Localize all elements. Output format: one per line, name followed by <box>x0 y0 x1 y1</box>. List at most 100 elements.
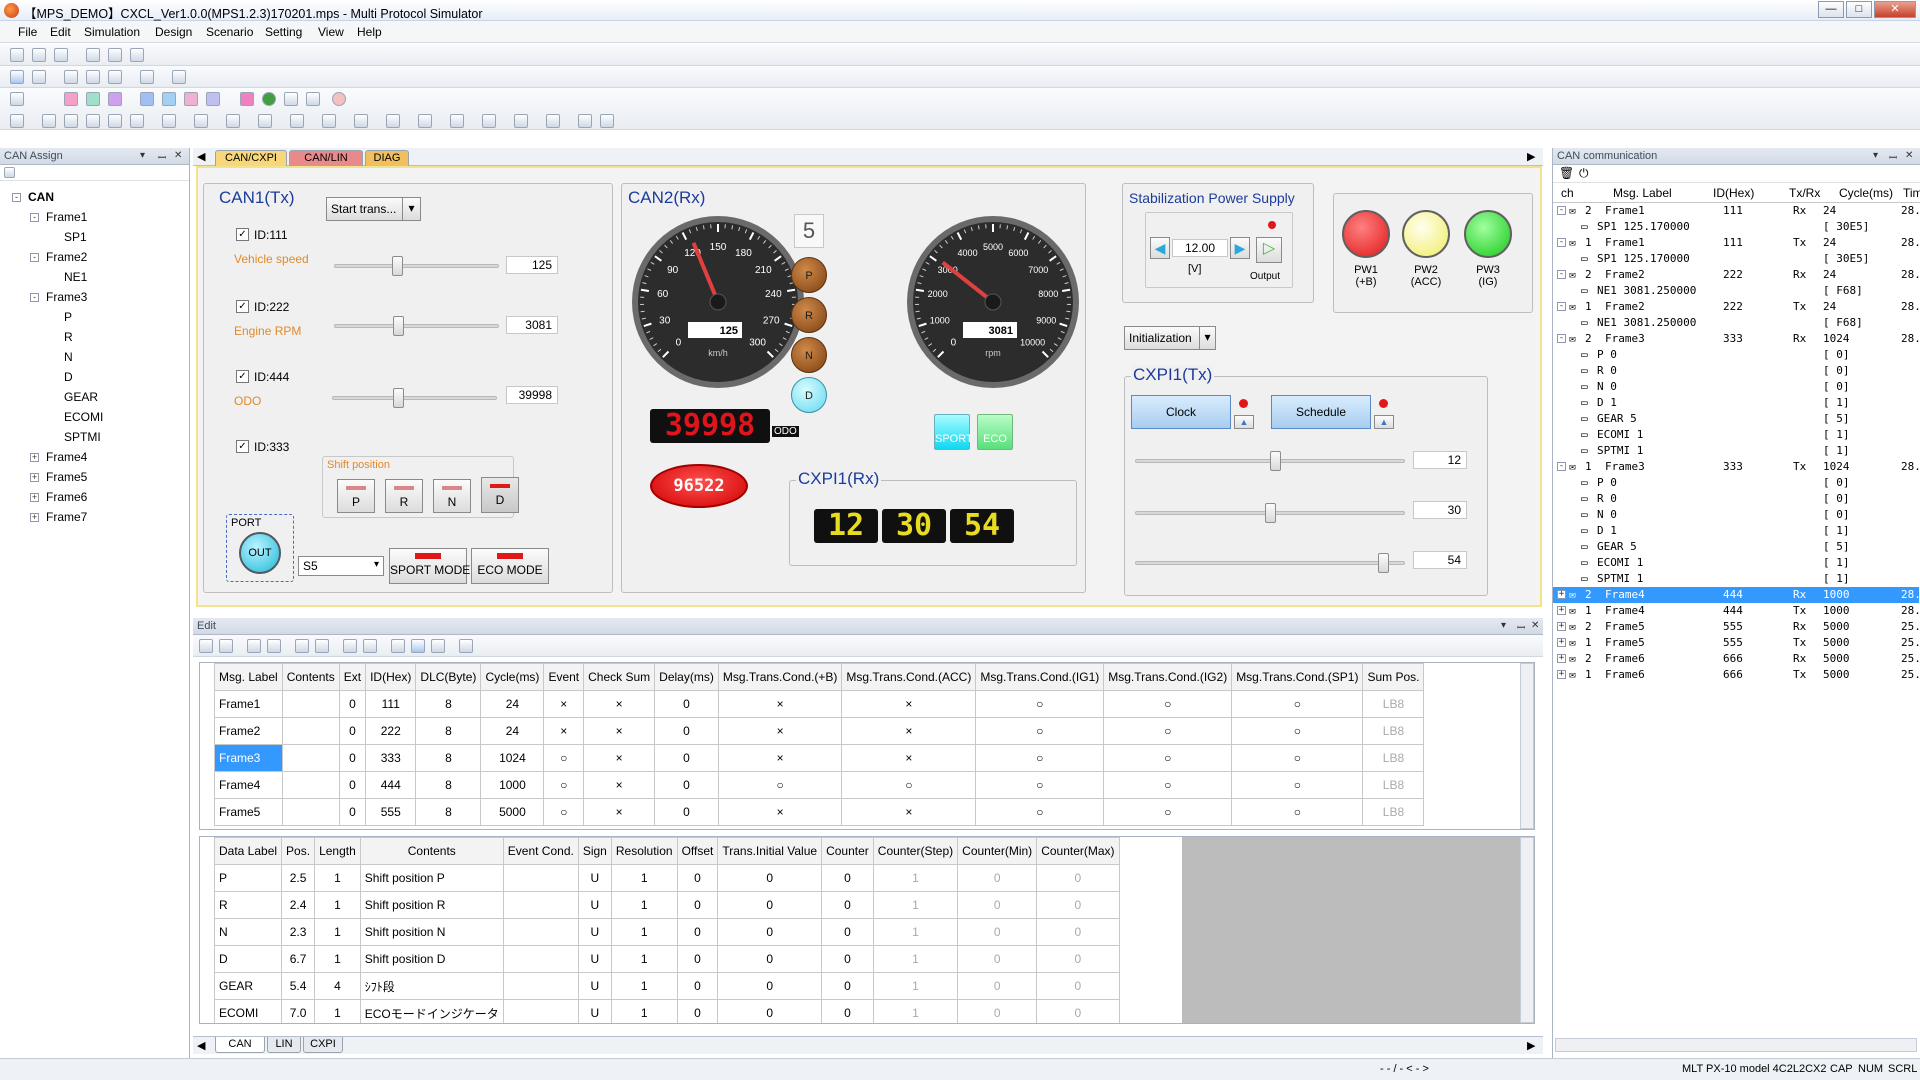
menu-file[interactable]: File <box>18 25 37 39</box>
table-row[interactable]: GEAR 5.4 4 ｼﾌﾄ段 U 1 0 0 0 1 0 0 <box>213 972 1120 1000</box>
initialization-dropdown[interactable]: Initialization ▾ <box>1124 326 1216 350</box>
message-cell[interactable]: 0 <box>654 771 719 799</box>
data-cell[interactable]: 2.3 <box>281 918 316 946</box>
comm-row[interactable]: ▭ NE1 3081.250000 [ F68] <box>1553 283 1919 299</box>
data-table-scrollbar[interactable] <box>1520 837 1534 1023</box>
vehicle-speed-value[interactable]: 125 <box>506 256 558 274</box>
id444-checkbox[interactable]: ✓ <box>236 370 249 383</box>
table-row[interactable]: Frame3 0 333 8 1024 ○ × 0 × × ○ ○ ○ LB8 <box>214 744 1425 772</box>
id111-checkbox[interactable]: ✓ <box>236 228 249 241</box>
message-cell[interactable]: ○ <box>975 744 1105 772</box>
indent-icon[interactable] <box>295 639 309 653</box>
expand-icon[interactable]: + <box>1557 622 1566 631</box>
clock-up-button[interactable]: ▲ <box>1234 415 1254 429</box>
camera-icon[interactable] <box>108 70 122 84</box>
message-header-cell[interactable]: Msg. Label <box>214 663 283 691</box>
collapse-icon[interactable]: - <box>1557 462 1566 471</box>
sport-mode-button[interactable]: SPORT MODE <box>389 548 470 584</box>
expand-icon[interactable]: + <box>1557 590 1566 599</box>
data-cell[interactable]: Shift position N <box>359 918 504 946</box>
collapse-icon[interactable]: - <box>12 193 21 202</box>
data-header-cell[interactable]: Data Label <box>213 837 283 865</box>
data-cell[interactable]: 0 <box>676 864 719 892</box>
data-cell[interactable]: ｼﾌﾄ段 <box>359 972 504 1000</box>
tool-icon[interactable] <box>306 92 320 106</box>
pulse-icon[interactable] <box>386 114 400 128</box>
cxpi-icon[interactable] <box>184 92 198 106</box>
data-header-cell[interactable]: Counter <box>821 837 874 865</box>
comm-row[interactable]: - ✉ 2 Frame1 111 Rx 24 28. <box>1553 203 1920 219</box>
message-cell[interactable]: 1000 <box>480 771 545 799</box>
collapse-icon[interactable]: - <box>1557 270 1566 279</box>
message-cell[interactable]: Frame1 <box>214 690 283 718</box>
message-cell[interactable]: ○ <box>1103 744 1233 772</box>
menu-simulation[interactable]: Simulation <box>84 25 140 39</box>
layout-icon[interactable] <box>10 92 24 106</box>
table-row[interactable]: P 2.5 1 Shift position PU1000100 <box>213 864 1120 892</box>
comm-row[interactable]: ▭ R 0 [ 0] <box>1553 491 1919 507</box>
data-header-cell[interactable]: Counter(Min) <box>957 837 1038 865</box>
flash-icon[interactable] <box>578 114 592 128</box>
undo-icon[interactable] <box>199 639 213 653</box>
comm-row[interactable]: ▭ D 1 [ 1] <box>1553 523 1919 539</box>
tab-can-cxpi[interactable]: CAN/CXPI <box>215 150 287 166</box>
chart-icon[interactable] <box>514 114 528 128</box>
message-cell[interactable]: × <box>717 798 843 826</box>
find-icon[interactable] <box>391 639 405 653</box>
data-cell[interactable]: 0 <box>1036 999 1120 1023</box>
data-cell[interactable]: R <box>213 891 283 919</box>
data-cell[interactable]: 1 <box>314 918 361 946</box>
data-header-cell[interactable]: Contents <box>359 837 504 865</box>
shift-n-button[interactable]: N <box>433 479 471 513</box>
trash-icon[interactable]: 🗑 <box>1559 166 1574 180</box>
message-cell[interactable]: LB8 <box>1362 798 1425 826</box>
data-cell[interactable]: 0 <box>821 972 874 1000</box>
tree-node-frame1[interactable]: Frame1 <box>46 210 87 224</box>
message-table-scrollbar[interactable] <box>1520 663 1534 829</box>
message-cell[interactable]: 0 <box>654 690 719 718</box>
voltage-value[interactable]: 12.00 <box>1172 239 1228 257</box>
message-cell[interactable]: × <box>583 798 656 826</box>
tab-can[interactable]: CAN <box>215 1037 265 1053</box>
view-grid-icon[interactable] <box>411 639 425 653</box>
chevron-left-icon[interactable]: ◀ <box>197 1039 205 1052</box>
tree-node-frame2[interactable]: Frame2 <box>46 250 87 264</box>
person-icon[interactable] <box>32 70 46 84</box>
message-cell[interactable]: 5000 <box>480 798 545 826</box>
message-cell[interactable]: ○ <box>543 798 585 826</box>
comm-row[interactable]: + ✉ 2 Frame5 555 Rx 5000 25. <box>1553 619 1920 635</box>
data-cell[interactable]: 1 <box>314 999 361 1023</box>
comm-row[interactable]: + ✉ 2 Frame4 444 Rx 1000 28. <box>1553 587 1920 603</box>
data-cell[interactable]: 2.5 <box>281 864 316 892</box>
message-cell[interactable]: ○ <box>1231 798 1364 826</box>
paste-icon[interactable] <box>130 48 144 62</box>
data-cell[interactable]: 0 <box>676 891 719 919</box>
message-cell[interactable] <box>281 717 340 745</box>
message-cell[interactable]: 24 <box>480 717 545 745</box>
button-icon[interactable] <box>162 114 176 128</box>
comm-row[interactable]: ▭ SPTMI 1 [ 1] <box>1553 443 1919 459</box>
data-cell[interactable]: 6.7 <box>281 945 316 973</box>
data-header-cell[interactable]: Counter(Step) <box>872 837 959 865</box>
engine-rpm-thumb[interactable] <box>393 316 405 336</box>
message-cell[interactable]: × <box>717 717 843 745</box>
comm-row[interactable]: ▭ P 0 [ 0] <box>1553 475 1919 491</box>
data-cell[interactable]: 0 <box>717 972 823 1000</box>
second-value[interactable]: 54 <box>1413 551 1467 569</box>
message-cell[interactable]: × <box>543 717 585 745</box>
data-cell[interactable]: 1 <box>610 891 678 919</box>
hour-value[interactable]: 12 <box>1413 451 1467 469</box>
message-cell[interactable]: 0 <box>338 690 367 718</box>
data-cell[interactable]: 0 <box>717 864 823 892</box>
view-list-icon[interactable] <box>431 639 445 653</box>
start-trans-dropdown[interactable]: Start trans... ▾ <box>326 197 421 221</box>
comm-row[interactable]: ▭ ECOMI 1 [ 1] <box>1553 427 1919 443</box>
collapse-icon[interactable]: - <box>30 253 39 262</box>
data-cell[interactable]: 0 <box>676 999 719 1023</box>
table-row[interactable]: Frame2 0 222 8 24 × × 0 × × ○ ○ ○ LB8 <box>214 717 1425 745</box>
lock-icon[interactable] <box>290 114 304 128</box>
data-cell[interactable]: 0 <box>821 918 874 946</box>
menu-view[interactable]: View <box>318 25 344 39</box>
shield-icon[interactable] <box>450 114 464 128</box>
message-cell[interactable]: 8 <box>415 690 482 718</box>
